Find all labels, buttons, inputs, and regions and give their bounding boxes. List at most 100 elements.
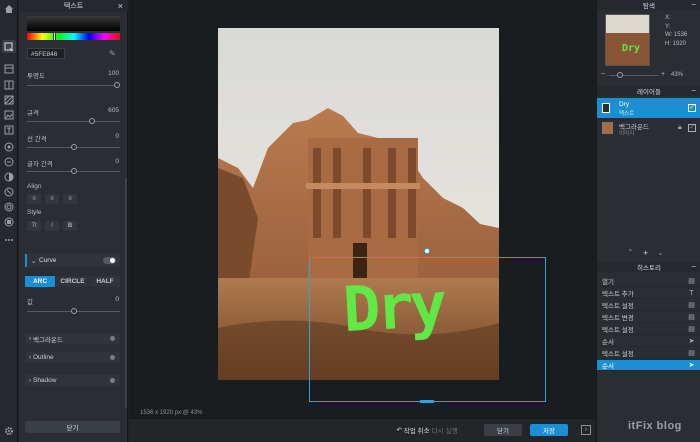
color-shade-area[interactable] [27,16,120,31]
adjust-tool-icon[interactable] [2,170,16,183]
text-tool-icon[interactable] [2,123,16,136]
right-panel: 탐색 − Dry X: Y: W: 1536 H: 1920 − + 43% 레… [596,0,700,442]
layer-visibility-icon[interactable]: ✓ [688,124,696,132]
layer-down-icon[interactable]: ⌄ [657,248,664,257]
letter-spacing-slider-knob[interactable] [71,168,77,174]
size-value: 605 [108,107,119,114]
history-item[interactable]: 열기 ▤ [597,276,700,287]
lock-icon[interactable]: 🔒︎ [678,124,682,132]
letter-spacing-value: 0 [115,158,119,165]
filter-tool-icon[interactable] [2,185,16,198]
layer-visibility-icon[interactable]: ✓ [688,104,696,112]
sticker-tool-icon[interactable] [2,140,16,153]
style-bold-button[interactable]: B [63,221,77,231]
history-item[interactable]: 텍스트 추가 T [597,288,700,299]
history-item[interactable]: 텍스트 설정 ▤ [597,324,700,335]
navigator-thumbnail[interactable]: Dry [605,14,650,66]
frame-tool-icon[interactable] [2,200,16,213]
minimize-icon[interactable]: − [691,262,696,271]
layer-row-background[interactable]: 백그라운드 이미지 🔒︎ ✓ [597,118,700,138]
background-toggle[interactable] [110,336,115,341]
folder-icon: ▤ [688,278,695,285]
effects-tool-icon[interactable] [2,155,16,168]
curve-toggle-knob[interactable] [110,258,115,263]
minimize-icon[interactable]: − [691,86,696,95]
zoom-in-icon[interactable]: + [661,71,665,78]
vignette-tool-icon[interactable] [2,215,16,228]
layout-tool-icon[interactable] [2,78,16,91]
align-left-icon[interactable]: ≡ [27,194,41,204]
rotate-handle[interactable] [424,248,430,254]
hex-input[interactable]: #5FE846 [27,48,65,59]
history-item[interactable]: 텍스트 변경 ▤ [597,312,700,323]
history-item[interactable]: 순서 ➤ [597,336,700,347]
redo-button[interactable]: ↷ 다시 실행 [412,424,470,436]
hue-slider[interactable] [27,33,120,40]
resize-handle[interactable] [420,400,434,403]
outline-toggle[interactable] [110,355,115,360]
opacity-label: 투명도 [27,73,45,80]
outline-section-label: Outline [32,354,54,361]
eyedropper-icon[interactable]: ✎ [109,49,116,58]
shadow-section-label: Shadow [32,377,57,384]
history-item[interactable]: 텍스트 설정 ▤ [597,348,700,359]
opacity-slider-track[interactable] [27,85,120,86]
opacity-slider-knob[interactable] [114,82,120,88]
style-uppercase-button[interactable]: Tt [27,221,41,231]
curve-mode-half[interactable]: HALF [90,276,120,287]
history-item-active[interactable]: 순서 ➤ [597,360,700,371]
selection-box[interactable] [309,248,546,403]
x-label: X: [665,15,671,21]
close-button[interactable]: 닫기 [484,424,522,436]
pattern-tool-icon[interactable] [2,93,16,106]
outline-section[interactable]: › Outline [25,352,120,363]
cursor-icon: ➤ [688,362,695,369]
history-item-label: 텍스트 설정 [602,303,634,310]
close-icon[interactable]: × [118,1,123,11]
line-spacing-slider-knob[interactable] [71,144,77,150]
minimize-icon[interactable]: − [691,0,696,9]
shadow-section[interactable]: › Shadow [25,375,120,386]
layer-name: Dry [619,101,630,108]
collapse-panel-icon[interactable]: › [581,425,591,435]
h-value: 1920 [672,40,687,47]
layers-title: 레이어들 [597,86,700,96]
history-item-label: 텍스트 설정 [602,327,634,334]
w-label: W: [665,32,673,38]
settings-icon[interactable] [2,424,16,437]
redo-label: 다시 실행 [431,428,458,435]
undo-icon: ↶ [396,427,404,434]
zoom-out-icon[interactable]: − [601,71,605,78]
align-center-icon[interactable]: ≡ [45,194,59,204]
zoom-slider-knob[interactable] [617,72,623,78]
layer-thumbnail [602,122,613,134]
history-item[interactable]: 텍스트 설정 ▤ [597,300,700,311]
hue-slider-knob[interactable] [53,32,56,41]
zoom-value: 43% [671,72,684,78]
style-italic-button[interactable]: I [45,221,59,231]
line-spacing-label: 선 간격 [27,136,47,143]
image-tool-icon[interactable] [2,108,16,121]
close-panel-button[interactable]: 닫기 [25,421,120,433]
background-section[interactable]: › 백그라운드 [25,333,120,344]
chevron-down-icon: ⌄ [31,258,37,265]
value-value: 0 [115,296,119,303]
size-slider-knob[interactable] [89,118,95,124]
layer-type: 이미지 [619,131,635,137]
panel-scrollbar[interactable] [125,178,127,408]
align-right-icon[interactable]: ≡ [63,194,77,204]
w-value: 1536 [673,32,688,38]
add-layer-icon[interactable]: + [643,248,648,258]
curve-mode-arc[interactable]: ARC [25,276,55,287]
value-slider-knob[interactable] [71,308,77,314]
home-icon[interactable] [2,2,16,15]
curve-mode-circle[interactable]: CIRCLE [56,276,89,287]
arrange-tool-icon[interactable] [2,40,16,53]
size-slider-track[interactable] [27,121,120,122]
crop-tool-icon[interactable] [2,62,16,75]
layer-row-text[interactable]: Dry 텍스트 ✓ [597,98,700,118]
shadow-toggle[interactable] [110,378,115,383]
layer-up-icon[interactable]: ⌃ [627,248,634,257]
save-button[interactable]: 저장 [530,424,568,436]
more-tools-icon[interactable] [2,233,16,246]
